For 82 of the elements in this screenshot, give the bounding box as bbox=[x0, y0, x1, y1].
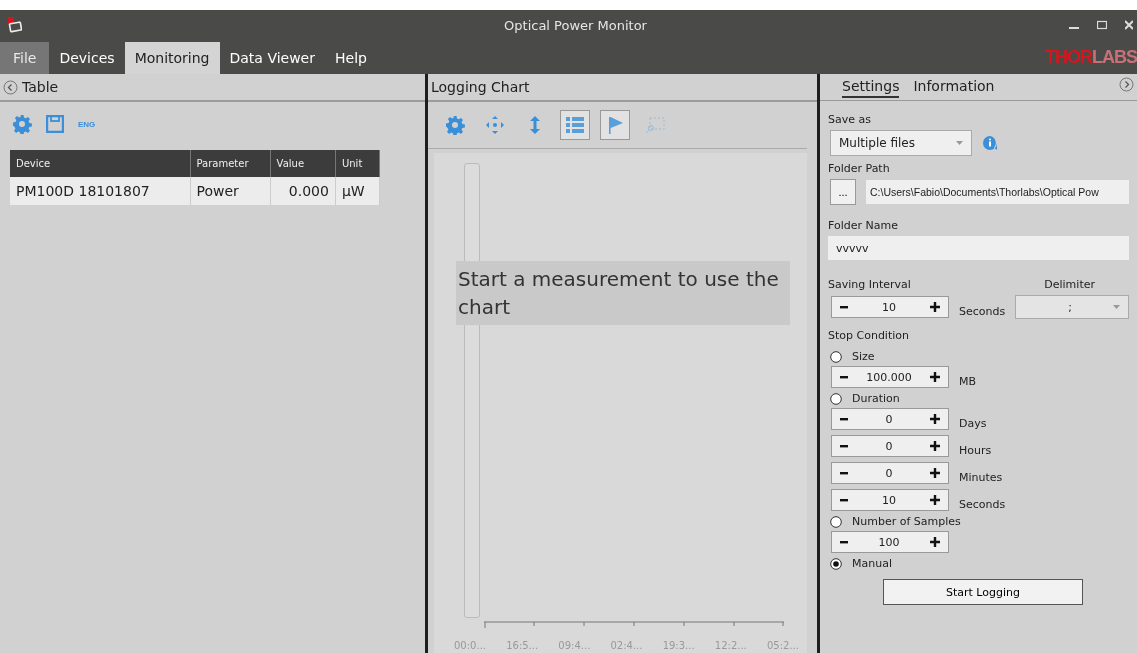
minus-icon[interactable] bbox=[840, 303, 848, 311]
field-label: Delimiter bbox=[1044, 278, 1095, 291]
menu-tab[interactable]: Monitoring bbox=[124, 42, 220, 74]
field-label: Stop Condition bbox=[828, 329, 910, 342]
minus-icon[interactable] bbox=[840, 442, 848, 450]
axis-label: 05:2... bbox=[766, 640, 799, 651]
axis-label: 02:4... bbox=[610, 640, 643, 651]
column-header: Device bbox=[10, 150, 191, 177]
menu-tab[interactable]: Help bbox=[325, 42, 377, 74]
radio-option[interactable]: Duration bbox=[830, 392, 1129, 405]
table-cell: Power bbox=[190, 177, 271, 205]
list-icon bbox=[565, 115, 585, 135]
start-logging-button[interactable]: Start Logging bbox=[883, 579, 1083, 605]
column-header: Unit bbox=[335, 150, 380, 177]
axis-label: 19:3... bbox=[662, 640, 695, 651]
plus-icon[interactable] bbox=[930, 495, 940, 505]
close-icon[interactable] bbox=[1125, 20, 1133, 30]
radio-option[interactable]: Number of Samples bbox=[830, 515, 1129, 528]
minus-icon[interactable] bbox=[840, 538, 848, 546]
chart-message: Start a measurement to use the chart bbox=[456, 261, 790, 325]
unit-label: Seconds bbox=[959, 305, 1006, 318]
input-field[interactable]: C:\Users\Fabio\Documents\Thorlabs\Optical Pow bbox=[866, 180, 1129, 204]
delimiter-dropdown[interactable]: ; bbox=[1015, 295, 1129, 319]
number-stepper[interactable]: 0 bbox=[831, 435, 949, 457]
field-label: Saving Interval bbox=[828, 278, 911, 291]
table-cell: PM100D 18101807 bbox=[10, 177, 191, 205]
panel-tab[interactable]: Settings bbox=[842, 76, 900, 98]
brand-logo: THORLABS bbox=[1045, 46, 1137, 68]
column-header: Value bbox=[270, 150, 336, 177]
plus-icon[interactable] bbox=[930, 537, 940, 547]
browse-button[interactable]: ... bbox=[830, 179, 856, 205]
plus-icon[interactable] bbox=[930, 441, 940, 451]
number-stepper[interactable]: 100.000 bbox=[831, 366, 949, 388]
collapse-icon[interactable] bbox=[3, 79, 18, 95]
axis-label: 12:2... bbox=[714, 640, 747, 651]
unit-label: Minutes bbox=[959, 471, 1003, 484]
menu-tab[interactable]: Data Viewer bbox=[219, 42, 325, 74]
menu-tab[interactable]: File bbox=[0, 42, 50, 74]
number-stepper[interactable]: 0 bbox=[831, 408, 949, 430]
field-label: Save as bbox=[828, 113, 872, 126]
radio-option[interactable]: Manual bbox=[830, 557, 1129, 570]
radio-option[interactable]: Size bbox=[830, 350, 1129, 363]
axis-label: 09:4... bbox=[558, 640, 591, 651]
unit-label: Days bbox=[959, 417, 987, 430]
field-label: Folder Name bbox=[828, 219, 899, 232]
table-cell: 0.000 bbox=[270, 177, 336, 205]
axis-label: 00:0... bbox=[454, 640, 486, 651]
info-icon[interactable] bbox=[982, 135, 998, 151]
plus-icon[interactable] bbox=[930, 372, 940, 382]
window-title: Optical Power Monitor bbox=[503, 17, 648, 33]
minus-icon[interactable] bbox=[840, 415, 848, 423]
minus-icon[interactable] bbox=[840, 373, 848, 381]
caret-icon bbox=[1113, 305, 1120, 309]
column-header: Parameter bbox=[190, 150, 271, 177]
table-cell: µW bbox=[335, 177, 380, 205]
number-stepper[interactable]: 10 bbox=[831, 489, 949, 511]
field-label: Folder Path bbox=[828, 162, 891, 175]
app-icon bbox=[8, 17, 22, 33]
minus-icon[interactable] bbox=[840, 469, 848, 477]
number-stepper[interactable]: 10 bbox=[831, 296, 949, 318]
unit-label: Seconds bbox=[959, 498, 1006, 511]
unit-label: Hours bbox=[959, 444, 992, 457]
number-stepper[interactable]: 0 bbox=[831, 462, 949, 484]
collapse-icon[interactable] bbox=[1119, 77, 1134, 92]
number-stepper[interactable]: 100 bbox=[831, 531, 949, 553]
maximize-icon[interactable] bbox=[1097, 20, 1107, 30]
gear-icon bbox=[445, 115, 465, 135]
caret-icon bbox=[956, 141, 963, 145]
input-field[interactable]: vvvvv bbox=[828, 236, 1129, 260]
panel-tab[interactable]: Information bbox=[913, 76, 995, 98]
unit-label: MB bbox=[959, 375, 977, 388]
plus-icon[interactable] bbox=[930, 302, 940, 312]
move-arrows-icon bbox=[485, 115, 505, 135]
panel-title: Table bbox=[22, 79, 59, 95]
menu-tab[interactable]: Devices bbox=[49, 42, 125, 74]
plus-icon[interactable] bbox=[930, 468, 940, 478]
save-as-dropdown[interactable]: Multiple files bbox=[830, 130, 972, 156]
zoom-selection-icon bbox=[645, 115, 665, 135]
panel-title: Logging Chart bbox=[431, 79, 530, 95]
plus-icon[interactable] bbox=[930, 414, 940, 424]
axis-label: 16:5... bbox=[506, 640, 539, 651]
minus-icon[interactable] bbox=[840, 496, 848, 504]
